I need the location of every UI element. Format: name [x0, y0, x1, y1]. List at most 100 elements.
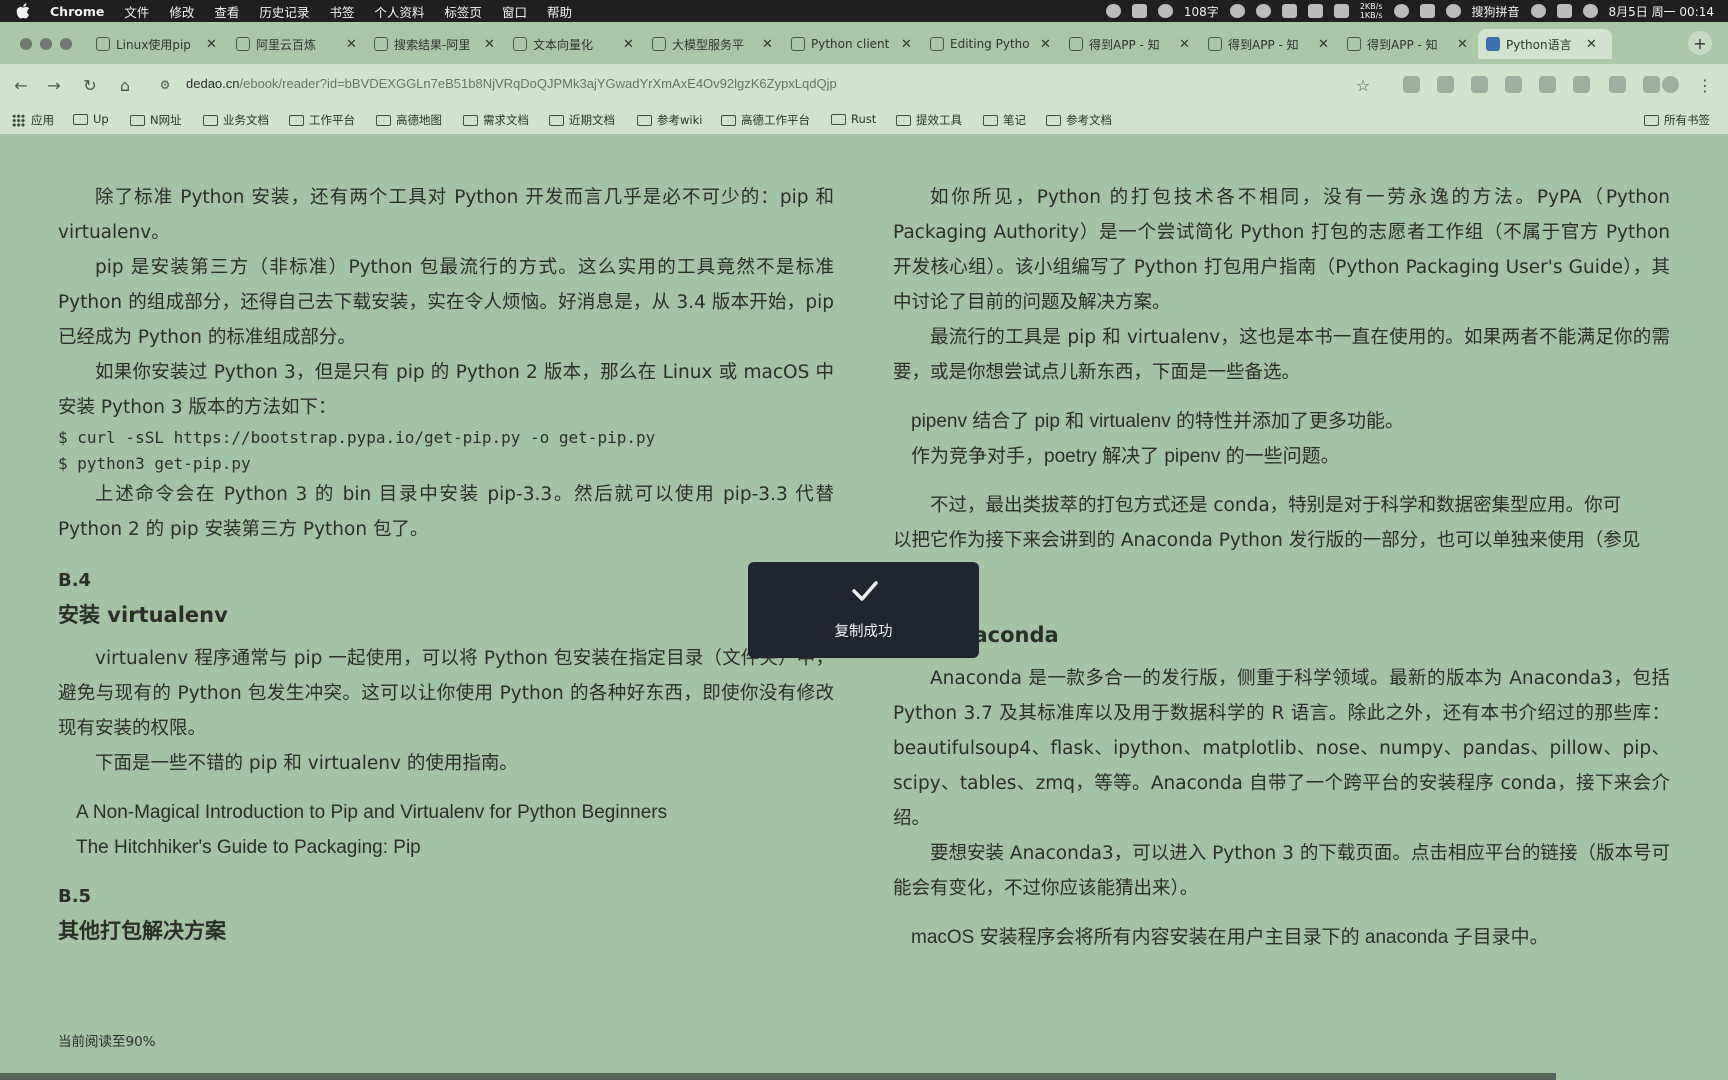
menu-edit[interactable]: 修改: [159, 2, 204, 21]
bookmark-folder-ref-docs[interactable]: 参考文档: [1046, 112, 1112, 128]
extension-icon[interactable]: [1539, 76, 1556, 93]
reading-progress: 当前阅读至90%: [58, 1034, 156, 1050]
close-tab-icon[interactable]: ✕: [1318, 37, 1329, 52]
window-close-button[interactable]: [20, 38, 32, 50]
menu-app-chrome[interactable]: Chrome: [48, 4, 114, 19]
bookmark-apps[interactable]: 应用: [12, 112, 54, 128]
bookmark-folder-ref-wiki[interactable]: 参考wiki: [637, 112, 702, 128]
tab-text-embedding[interactable]: 文本向量化 ✕: [505, 29, 634, 59]
extension-icon[interactable]: [1437, 76, 1454, 93]
bookmark-folder-work-platform[interactable]: 工作平台: [289, 112, 355, 128]
bookmark-star-icon[interactable]: ☆: [1352, 74, 1374, 96]
close-tab-icon[interactable]: ✕: [623, 37, 634, 52]
emoji-icon[interactable]: [1229, 4, 1245, 18]
bookmark-folder-amap-work[interactable]: 高德工作平台: [721, 112, 810, 128]
tab-dedao-3[interactable]: 得到APP - 知 ✕: [1339, 29, 1468, 59]
reload-icon[interactable]: ↻: [79, 74, 101, 96]
extension-icon[interactable]: [1573, 76, 1590, 93]
tab-dedao-1[interactable]: 得到APP - 知 ✕: [1061, 29, 1190, 59]
bookmark-folder-nurls[interactable]: N网址: [130, 112, 182, 128]
bookmark-folder-recent-docs[interactable]: 近期文档: [549, 112, 615, 128]
address-bar[interactable]: dedao.cn/ebook/reader?id=bBVDEXGGLn7eB51…: [186, 76, 837, 91]
apple-icon[interactable]: [16, 3, 32, 19]
tab-llm-service[interactable]: 大模型服务平 ✕: [644, 29, 773, 59]
bookmark-all[interactable]: 所有书签: [1644, 112, 1710, 128]
menu-history[interactable]: 历史记录: [249, 2, 319, 21]
window-minimize-button[interactable]: [40, 38, 52, 50]
input-method-icon[interactable]: [1281, 4, 1297, 18]
menu-help[interactable]: 帮助: [537, 2, 582, 21]
wifi-icon[interactable]: [1445, 4, 1461, 18]
ime-label[interactable]: 搜狗拼音: [1472, 3, 1520, 20]
bookmark-folder-req-docs[interactable]: 需求文档: [463, 112, 529, 128]
close-tab-icon[interactable]: ✕: [346, 37, 357, 52]
clock-icon[interactable]: [1393, 4, 1409, 18]
tab-aliyun-bailian[interactable]: 阿里云百炼 ✕: [228, 29, 357, 59]
guide-link[interactable]: The Hitchhiker's Guide to Packaging: Pip: [58, 830, 834, 865]
extensions-puzzle-icon[interactable]: [1609, 76, 1626, 93]
tab-search-results[interactable]: 搜索结果-阿里 ✕: [366, 29, 495, 59]
bookmark-folder-tools[interactable]: 提效工具: [896, 112, 962, 128]
avatar[interactable]: [1662, 76, 1679, 93]
code-line: $ python3 get-pip.py: [58, 454, 251, 473]
close-tab-icon[interactable]: ✕: [1179, 37, 1190, 52]
control-center-icon[interactable]: [1556, 4, 1572, 18]
tab-python-client[interactable]: Python client ✕: [783, 29, 912, 59]
extension-icon[interactable]: [1403, 76, 1420, 93]
list-item: pipenv 结合了 pip 和 virtualenv 的特性并添加了更多功能。: [911, 411, 1405, 432]
menu-kebab-icon[interactable]: ⋮: [1694, 74, 1716, 96]
close-tab-icon[interactable]: ✕: [206, 37, 217, 52]
menubar-datetime[interactable]: 8月5日 周一 00:14: [1609, 3, 1714, 20]
tab-python-active[interactable]: Python语言 ✕: [1478, 29, 1612, 59]
close-tab-icon[interactable]: ✕: [762, 37, 773, 52]
new-tab-button[interactable]: +: [1688, 31, 1712, 55]
pen-icon[interactable]: [1307, 4, 1323, 18]
page-icon: [1347, 37, 1361, 51]
cat-icon[interactable]: [1333, 4, 1349, 18]
bookmark-folder-biz-docs[interactable]: 业务文档: [203, 112, 269, 128]
extension-icon[interactable]: [1505, 76, 1522, 93]
microphone-icon[interactable]: [1255, 4, 1271, 18]
close-tab-icon[interactable]: ✕: [1040, 37, 1051, 52]
folder-icon: [203, 114, 218, 126]
tab-linux-pip[interactable]: Linux使用pip ✕: [88, 29, 217, 59]
close-tab-icon[interactable]: ✕: [901, 37, 912, 52]
guide-link[interactable]: A Non-Magical Introduction to Pip and Vi…: [58, 795, 834, 830]
tab-editing-python[interactable]: Editing Pytho ✕: [922, 29, 1051, 59]
home-icon[interactable]: ⌂: [114, 74, 136, 96]
close-tab-icon[interactable]: ✕: [1586, 37, 1597, 52]
paragraph: 不过，最出类拔萃的打包方式还是 conda，特别是对于科学和数据密集型应用。你可: [930, 495, 1622, 516]
window-zoom-button[interactable]: [60, 38, 72, 50]
screenshot-icon[interactable]: [1131, 4, 1147, 18]
page-icon: [1069, 37, 1083, 51]
page-icon: [930, 37, 944, 51]
menu-file[interactable]: 文件: [114, 2, 159, 21]
section-number: B.5: [58, 886, 92, 907]
forward-icon[interactable]: →: [43, 74, 65, 96]
menu-profiles[interactable]: 个人资料: [364, 2, 434, 21]
record-icon[interactable]: [1105, 4, 1121, 18]
menu-bookmarks[interactable]: 书签: [319, 2, 364, 21]
back-icon[interactable]: ←: [10, 74, 32, 96]
page-icon: [1208, 37, 1222, 51]
bookmark-folder-up[interactable]: Up: [73, 112, 109, 126]
menu-window[interactable]: 窗口: [492, 2, 537, 21]
search-icon[interactable]: [1530, 4, 1546, 18]
bookmarks-bar: 应用 Up N网址 业务文档 工作平台 高德地图 需求文档 近期文档 参考wik…: [0, 106, 1728, 134]
bookmark-folder-rust[interactable]: Rust: [831, 112, 876, 126]
close-tab-icon[interactable]: ✕: [484, 37, 495, 52]
siri-icon[interactable]: [1582, 4, 1598, 18]
site-info-icon[interactable]: ⚙: [154, 74, 176, 96]
battery-icon[interactable]: [1419, 4, 1435, 18]
wifi-assist-icon[interactable]: [1157, 4, 1173, 18]
extension-icon[interactable]: [1471, 76, 1488, 93]
menu-tabs[interactable]: 标签页: [434, 2, 492, 21]
reader-bottom-scrollbar[interactable]: [0, 1073, 1556, 1080]
tab-dedao-2[interactable]: 得到APP - 知 ✕: [1200, 29, 1329, 59]
menu-view[interactable]: 查看: [204, 2, 249, 21]
page-icon: [791, 37, 805, 51]
close-tab-icon[interactable]: ✕: [1457, 37, 1468, 52]
sidebar-icon[interactable]: [1643, 76, 1660, 93]
bookmark-folder-notes[interactable]: 笔记: [983, 112, 1026, 128]
bookmark-folder-amap[interactable]: 高德地图: [376, 112, 442, 128]
